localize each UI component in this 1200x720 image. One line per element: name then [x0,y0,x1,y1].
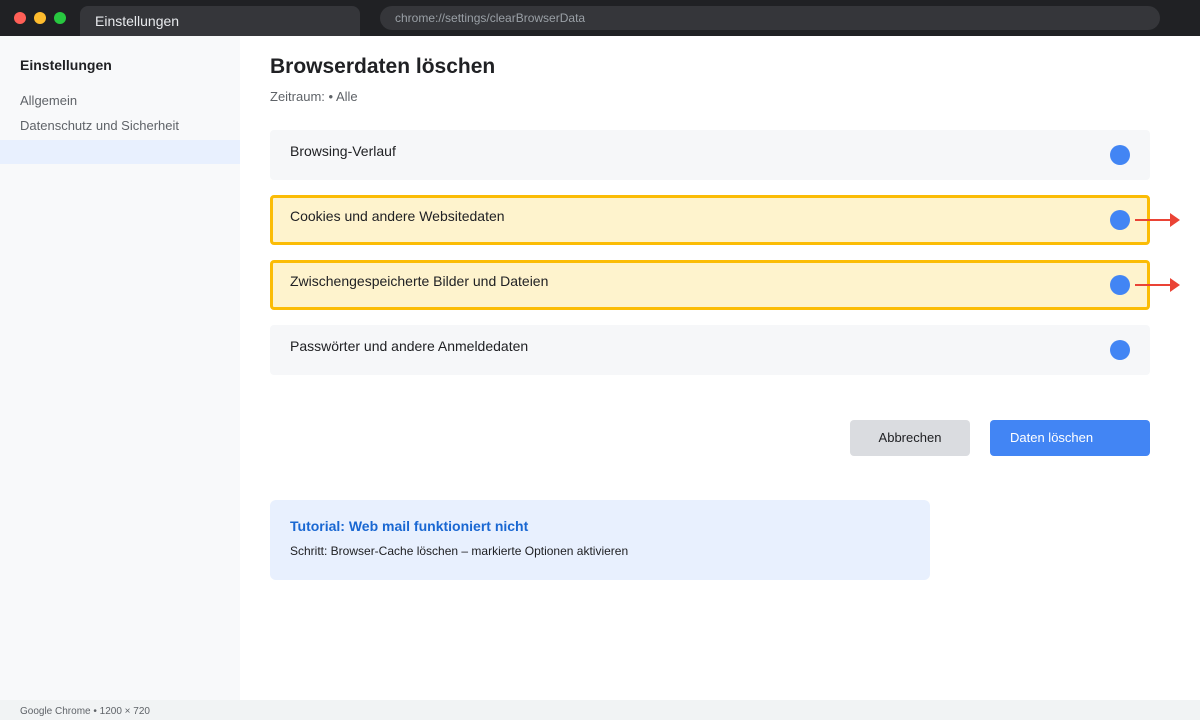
option-label: Passwörter und andere Anmeldedaten [290,338,529,354]
option-cookies[interactable]: Cookies und andere Websitedaten [270,195,1150,245]
checkbox-checked-icon[interactable] [1110,210,1130,230]
clear-data-button[interactable]: Daten löschen [990,420,1150,456]
settings-sidebar: Einstellungen Allgemein Datenschutz und … [0,36,240,700]
pointer-arrow-icon [1135,213,1180,227]
time-range-label[interactable]: Zeitraum: • Alle [270,89,358,104]
pointer-arrow-icon [1135,278,1180,292]
checkbox-checked-icon[interactable] [1110,145,1130,165]
option-browsing-history[interactable]: Browsing-Verlauf [270,130,1150,180]
page-title: Browserdaten löschen [270,55,496,78]
sidebar-item-privacy-security[interactable]: Datenschutz und Sicherheit [20,118,179,133]
address-bar[interactable]: chrome://settings/clearBrowserData [380,6,1160,30]
option-label: Zwischengespeicherte Bilder und Dateien [290,273,549,289]
tutorial-card: Tutorial: Web mail funktioniert nicht Sc… [270,500,930,580]
tutorial-step-text: Schritt: Browser-Cache löschen – markier… [290,544,629,558]
sidebar-item-general[interactable]: Allgemein [20,93,77,108]
option-passwords[interactable]: Passwörter und andere Anmeldedaten [270,325,1150,375]
checkbox-checked-icon[interactable] [1110,275,1130,295]
tab-settings[interactable]: Einstellungen [80,6,360,36]
cancel-button[interactable]: Abbrechen [850,420,970,456]
tutorial-title: Tutorial: Web mail funktioniert nicht [290,518,529,534]
title-bar: Einstellungen chrome://settings/clearBro… [0,0,1200,36]
window-close-button[interactable] [14,12,26,24]
status-text: Google Chrome • 1200 × 720 [20,706,150,717]
window-maximize-button[interactable] [54,12,66,24]
option-cached-images[interactable]: Zwischengespeicherte Bilder und Dateien [270,260,1150,310]
sidebar-title: Einstellungen [20,57,112,73]
option-label: Browsing-Verlauf [290,143,396,159]
sidebar-item-selected[interactable] [0,140,240,164]
option-label: Cookies und andere Websitedaten [290,208,505,224]
checkbox-checked-icon[interactable] [1110,340,1130,360]
window-minimize-button[interactable] [34,12,46,24]
status-bar: Google Chrome • 1200 × 720 [0,700,1200,720]
